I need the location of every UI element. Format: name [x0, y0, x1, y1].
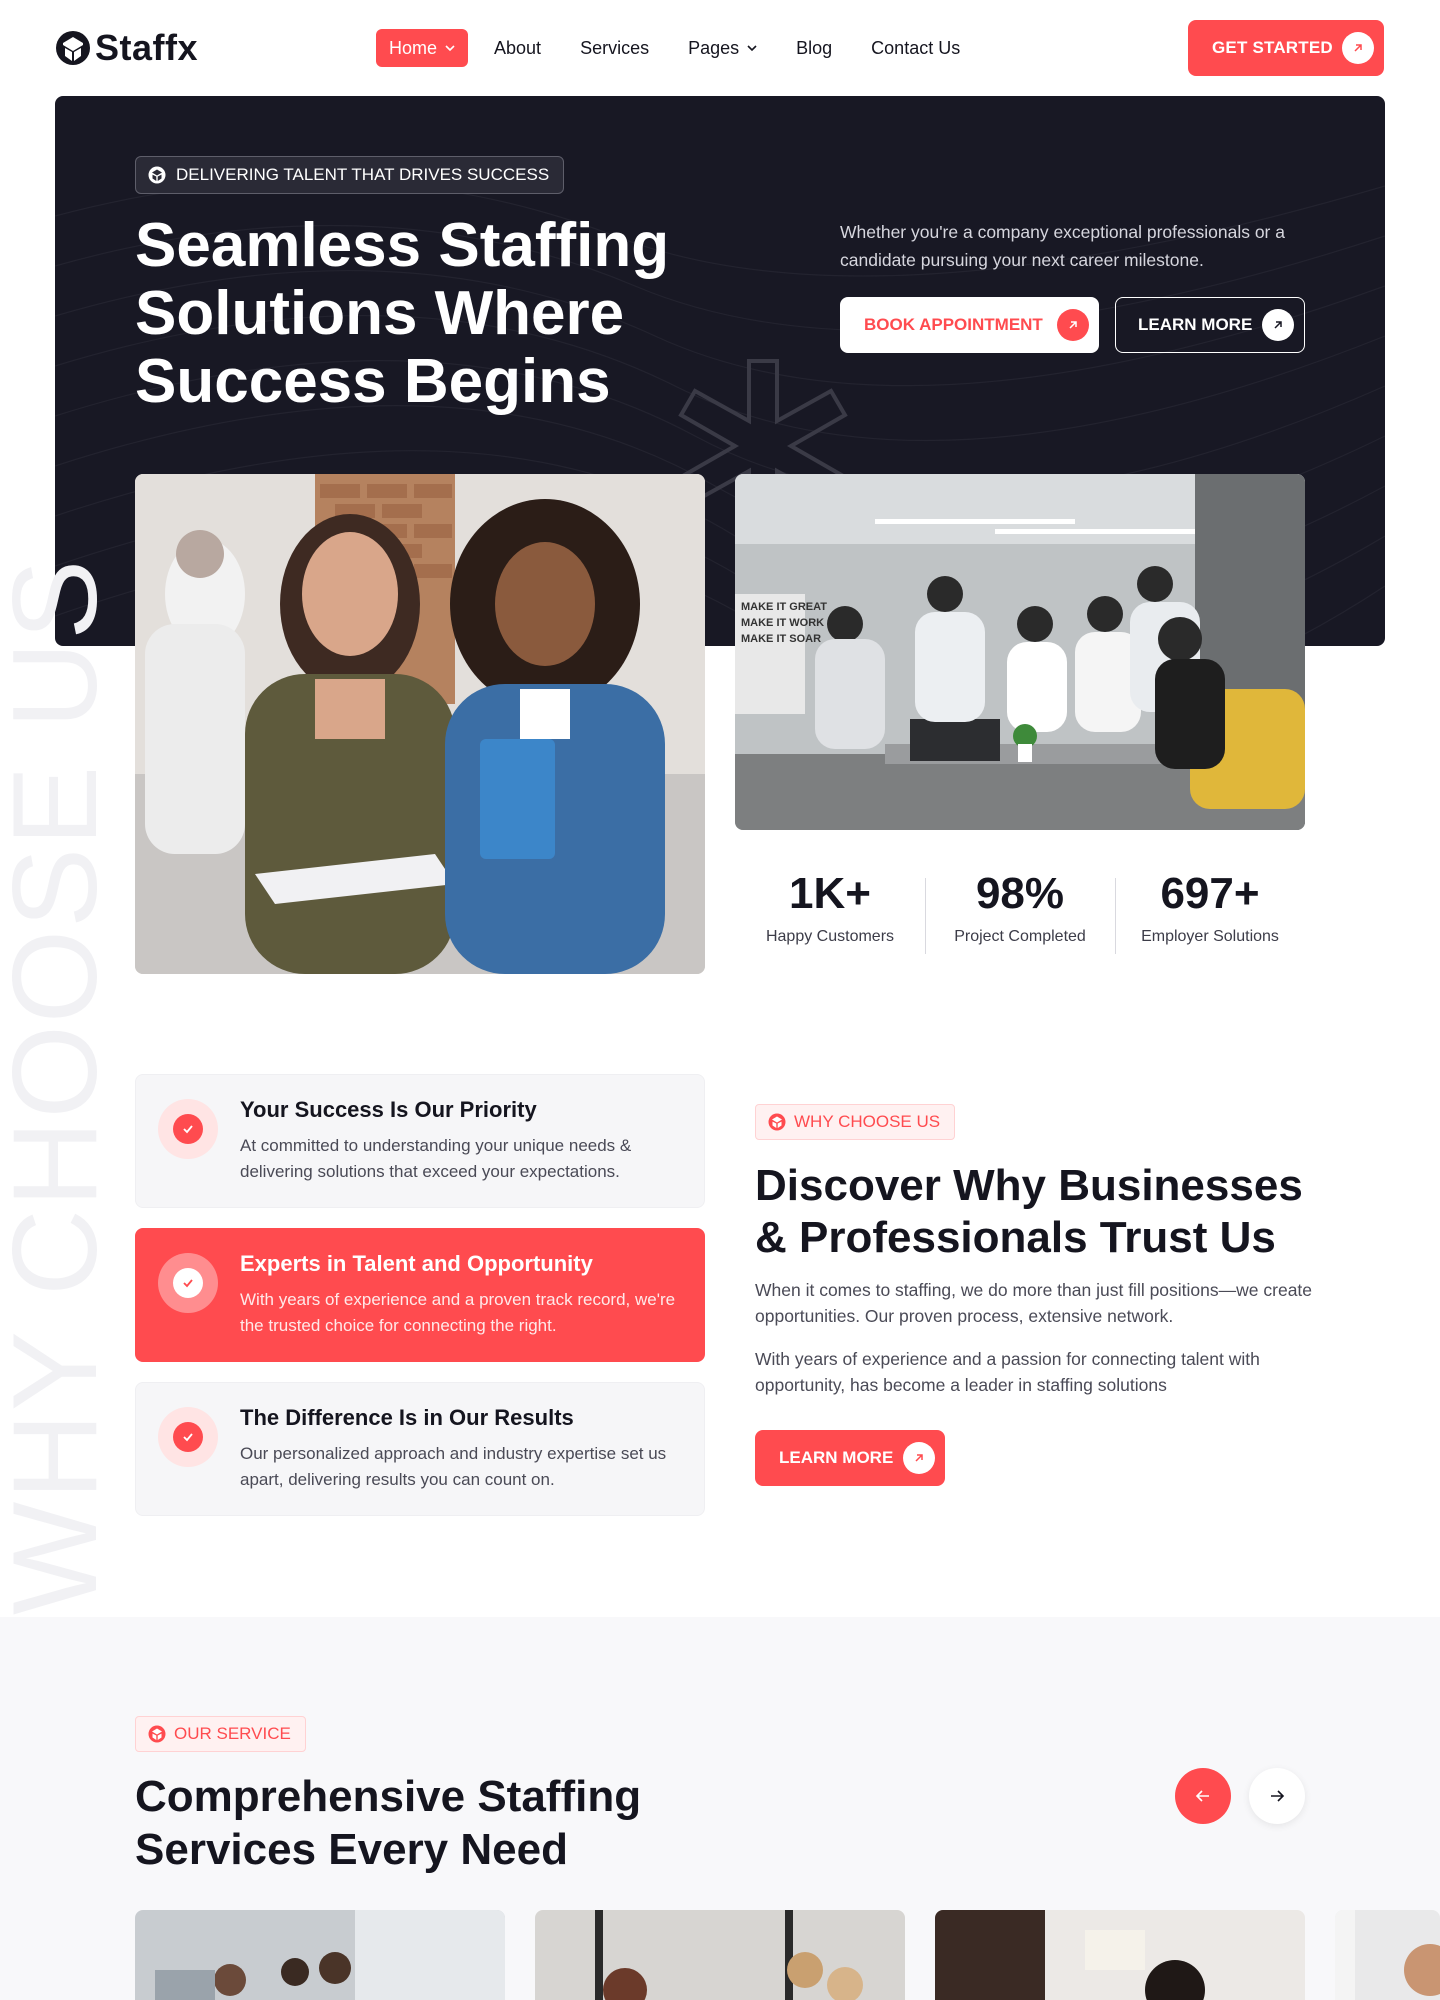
nav-item-label: Contact Us [871, 37, 961, 58]
hero-badge: DELIVERING TALENT THAT DRIVES SUCCESS [135, 156, 565, 194]
logo-mark-icon [768, 1113, 786, 1131]
nav-item-label: Pages [688, 37, 740, 58]
stat-item: 98% Project Completed [925, 868, 1115, 958]
stat-item: 697+ Employer Solutions [1115, 868, 1305, 958]
arrow-up-right-icon [1262, 309, 1294, 341]
hero-learn-more-label: LEARN MORE [1138, 315, 1253, 334]
chevron-down-icon [445, 45, 455, 52]
why-paragraph-1: When it comes to staffing, we do more th… [755, 1280, 1313, 1326]
our-service-tag: OUR SERVICE [135, 1716, 306, 1752]
svg-text:MAKE IT SOAR: MAKE IT SOAR [741, 633, 821, 645]
feature-card-title: Your Success Is Our Priority [240, 1097, 537, 1122]
stat-value: 697+ [1160, 869, 1260, 918]
stat-label: Employer Solutions [1141, 928, 1279, 945]
check-circle-icon [158, 1099, 218, 1159]
why-tag-text: WHY CHOOSE US [794, 1112, 941, 1131]
why-paragraph-2: With years of experience and a passion f… [755, 1349, 1260, 1395]
logo[interactable]: Staffx [55, 28, 198, 68]
arrow-up-right-icon [1057, 309, 1089, 341]
why-choose-us-watermark: WHY CHOOSE US [0, 557, 122, 1615]
why-choose-us-tag: WHY CHOOSE US [755, 1104, 956, 1140]
feature-card-title: Experts in Talent and Opportunity [240, 1251, 593, 1276]
why-title: Discover Why Businesses & Professionals … [755, 1161, 1303, 1262]
hero-learn-more-button[interactable]: LEARN MORE [1115, 297, 1305, 353]
get-started-label: GET STARTED [1212, 38, 1333, 57]
hero-title: Seamless Staffing Solutions Where Succes… [135, 211, 670, 416]
nav-item-label: Blog [796, 37, 833, 58]
feature-card-title: The Difference Is in Our Results [240, 1405, 574, 1430]
top-navbar: Staffx Home About Services Pages Blog Co… [0, 0, 1440, 96]
logo-mark-icon [148, 1725, 166, 1743]
stats-row: 1K+ Happy Customers 98% Project Complete… [735, 868, 1305, 958]
stat-item: 1K+ Happy Customers [735, 868, 925, 958]
hero-badge-text: DELIVERING TALENT THAT DRIVES SUCCESS [176, 165, 550, 184]
why-learn-more-label: LEARN MORE [779, 1448, 894, 1467]
hero-description: Whether you're a company exceptional pro… [840, 222, 1285, 270]
why-learn-more-button[interactable]: LEARN MORE [755, 1430, 945, 1486]
nav-item-blog[interactable]: Blog [783, 29, 845, 67]
arrow-right-icon [1271, 1790, 1285, 1802]
nav-item-about[interactable]: About [481, 29, 554, 67]
arrow-up-right-icon [903, 1442, 935, 1474]
main-menu: Home About Services Pages Blog Contact U… [376, 29, 986, 67]
logo-mark-icon [56, 31, 90, 65]
stat-label: Happy Customers [765, 928, 895, 945]
service-card-image[interactable] [1335, 1910, 1440, 2000]
nav-item-pages[interactable]: Pages [675, 29, 770, 67]
chevron-down-icon [747, 45, 757, 52]
carousel-prev-button[interactable] [1175, 1768, 1231, 1824]
team-meeting-photo: MAKE IT GREAT MAKE IT WORK MAKE IT SOAR [735, 474, 1305, 830]
svg-text:MAKE IT GREAT: MAKE IT GREAT [741, 601, 827, 613]
feature-card-highlighted: Experts in Talent and Opportunity With y… [135, 1228, 705, 1362]
nav-item-services[interactable]: Services [567, 29, 662, 67]
arrow-left-icon [1195, 1790, 1209, 1802]
check-circle-icon [158, 1253, 218, 1313]
service-card-image[interactable] [135, 1910, 505, 2000]
nav-item-contact[interactable]: Contact Us [858, 29, 973, 67]
stat-value: 1K+ [789, 869, 871, 918]
get-started-button[interactable]: GET STARTED [1188, 20, 1384, 76]
feature-card-text: With years of experience and a proven tr… [240, 1290, 676, 1335]
stat-label: Project Completed [954, 928, 1086, 945]
nav-item-label: About [494, 37, 542, 58]
book-appointment-button[interactable]: BOOK APPOINTMENT [840, 297, 1099, 353]
arrow-up-right-icon [1342, 32, 1374, 64]
service-tag-text: OUR SERVICE [174, 1724, 291, 1743]
feature-card-text: At committed to understanding your uniqu… [240, 1136, 632, 1181]
book-appointment-label: BOOK APPOINTMENT [864, 315, 1043, 334]
nav-item-home[interactable]: Home [376, 29, 469, 67]
feature-card: The Difference Is in Our Results Our per… [135, 1382, 705, 1516]
check-circle-icon [158, 1407, 218, 1467]
service-card-image[interactable] [535, 1910, 905, 2000]
svg-text:MAKE IT WORK: MAKE IT WORK [741, 617, 824, 629]
nav-item-label: Home [389, 37, 438, 58]
carousel-next-button[interactable] [1249, 1768, 1305, 1824]
service-card-image[interactable] [935, 1910, 1305, 2000]
services-title: Comprehensive Staffing Services Every Ne… [135, 1772, 642, 1874]
two-women-photo [135, 474, 705, 974]
brand-name: Staffx [95, 27, 199, 68]
feature-card-text: Our personalized approach and industry e… [240, 1444, 667, 1489]
nav-item-label: Services [580, 37, 650, 58]
feature-card: Your Success Is Our Priority At committe… [135, 1074, 705, 1208]
stat-value: 98% [975, 869, 1065, 918]
logo-mark-icon [148, 166, 166, 184]
